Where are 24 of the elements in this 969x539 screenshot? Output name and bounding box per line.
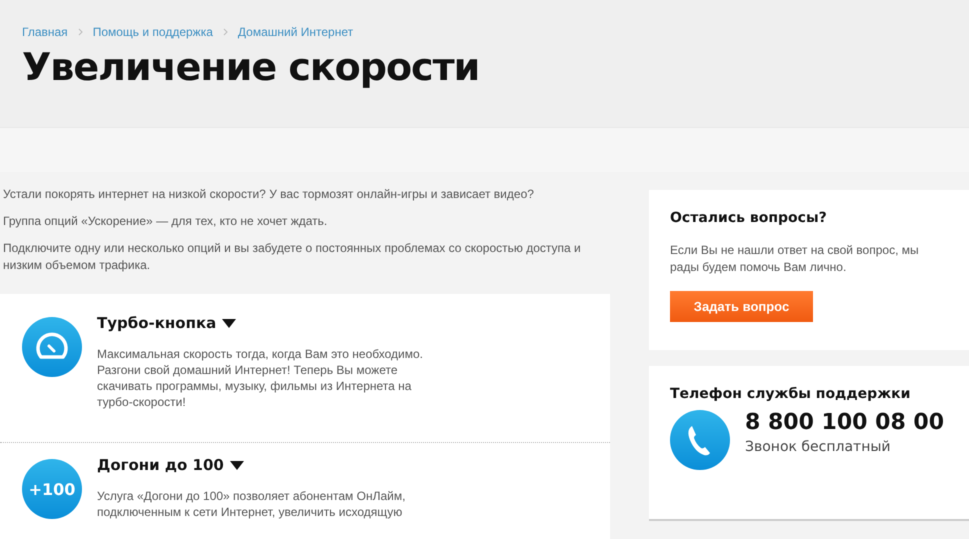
caret-icon — [222, 318, 236, 328]
option-description: Услуга «Догони до 100» позволяет абонентам ОнЛайм, подключенным к сети Интернет, увеличить исходящую — [97, 488, 406, 520]
breadcrumb-link[interactable]: Помощь и поддержка — [92, 25, 213, 39]
card-title: Телефон службы поддержки — [670, 386, 912, 402]
chevron-icon — [78, 28, 83, 36]
phone-number: 8 800 100 08 00 — [745, 410, 944, 435]
gauge-icon — [22, 317, 82, 377]
ask-question-button[interactable]: Задать вопрос — [670, 291, 813, 322]
chevron-icon — [222, 28, 228, 36]
breadcrumb-link[interactable]: Главная — [22, 25, 68, 39]
intro-text: Устали покорять интернет на низкой скорости? У вас тормозят онлайн-игры и зависает видео? — [3, 186, 535, 203]
option-toggle[interactable]: Турбо-кнопка — [97, 314, 236, 332]
option-description: Максимальная скорость тогда, когда Вам это необходимо. Разгони свой домашний Интернет! Теперь Вы можете скачивать программы, музыку, фильмы из Интернета на турбо-скорости! — [97, 346, 424, 410]
breadcrumb-link[interactable]: Домашний Интернет — [238, 25, 354, 39]
card-text: Если Вы не нашли ответ на свой вопрос, мы рады будем помочь Вам лично. — [670, 242, 920, 276]
card-title: Остались вопросы? — [670, 210, 828, 226]
phone-icon — [670, 410, 730, 470]
intro-text: Группа опций «Ускорение» — для тех, кто не хочет ждать. — [3, 213, 328, 230]
call-note: Звонок бесплатный — [745, 439, 892, 455]
page-title: Увеличение скорости — [22, 45, 480, 89]
intro-text: Подключите одну или несколько опций и вы забудете о постоянных проблемах со скоростью доступа и низким объемом трафика. — [3, 240, 582, 274]
caret-icon — [230, 460, 244, 470]
option-badge: +100 — [22, 459, 82, 519]
option-toggle[interactable]: Догони до 100 — [97, 456, 244, 474]
